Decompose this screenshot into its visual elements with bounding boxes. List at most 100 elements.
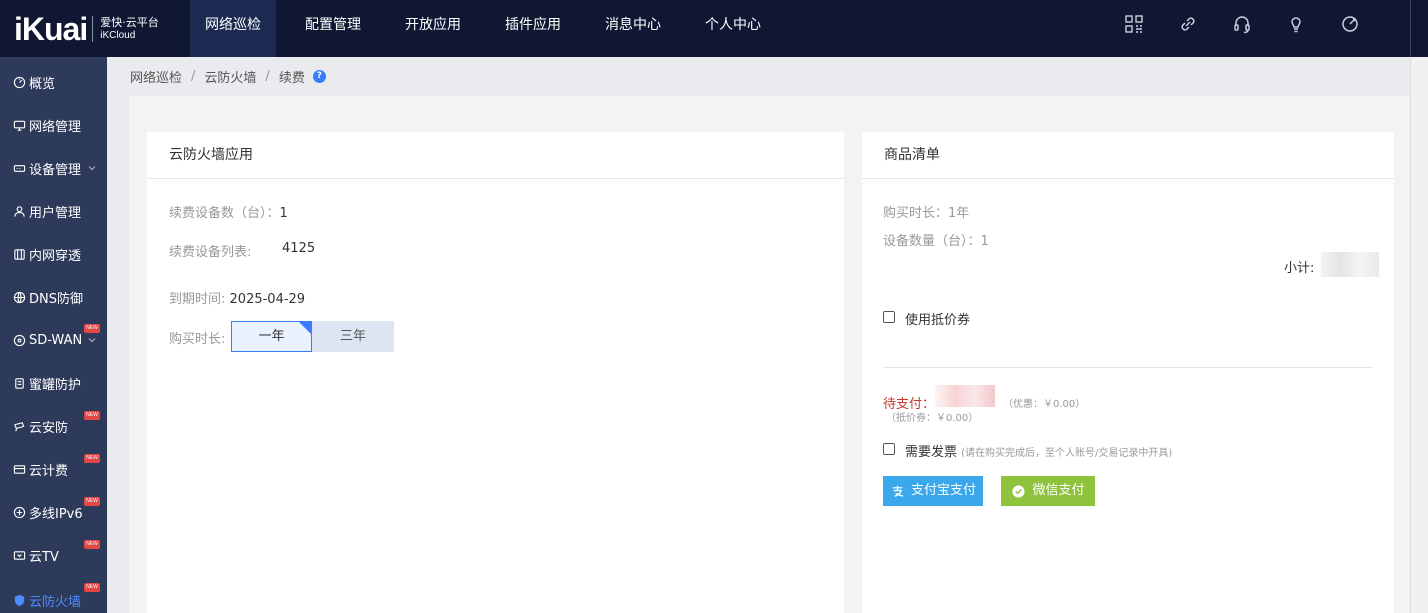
sidebar-item-devices[interactable]: 设备管理 xyxy=(0,147,107,190)
device-list-label: 续费设备列表: xyxy=(169,245,252,260)
duration-label-text: 购买时长: xyxy=(169,332,226,347)
new-badge: NEW xyxy=(84,324,100,333)
invoice-hint: (请在购买完成后，至个人账号/交易记录中开具) xyxy=(961,448,1173,459)
top-nav: 网络巡检 配置管理 开放应用 插件应用 消息中心 个人中心 xyxy=(190,0,776,57)
pending-amount-redacted xyxy=(935,385,995,407)
duration-one-year[interactable]: 一年 ✓ xyxy=(231,321,312,352)
alipay-icon xyxy=(892,485,904,497)
nav-message-center[interactable]: 消息中心 xyxy=(590,0,676,57)
honeypot-icon xyxy=(12,377,26,391)
sidebar-item-honeypot[interactable]: 蜜罐防护 xyxy=(0,362,107,405)
voucher-label[interactable]: 使用抵价券 xyxy=(905,309,970,328)
nav-plugin-apps[interactable]: 插件应用 xyxy=(490,0,576,57)
device-list-value: 4125 xyxy=(282,241,316,256)
wechat-pay-button[interactable]: 微信支付 xyxy=(1001,476,1095,506)
card-title: 云防火墙应用 xyxy=(147,132,844,179)
page-scrollbar[interactable] xyxy=(1410,57,1428,613)
sidebar-item-label: 概览 xyxy=(29,77,56,92)
sidebar-item-label: 设备管理 xyxy=(29,163,82,178)
duration-three-years[interactable]: 三年 xyxy=(312,321,394,352)
duration-label: 购买时长: xyxy=(169,328,225,347)
nav-config-management[interactable]: 配置管理 xyxy=(290,0,376,57)
top-icons xyxy=(1122,12,1392,36)
shield-icon xyxy=(12,594,26,608)
new-badge: NEW xyxy=(84,540,100,549)
sidebar-item-tunnel[interactable]: 内网穿透 xyxy=(0,233,107,276)
dashboard-icon xyxy=(12,76,26,90)
headset-icon[interactable] xyxy=(1230,12,1254,36)
breadcrumb: 网络巡检 / 云防火墙 / 续费 ? xyxy=(130,67,326,86)
sidebar-item-users[interactable]: 用户管理 xyxy=(0,190,107,233)
duration-option-label: 三年 xyxy=(339,329,366,344)
subtotal-value-redacted xyxy=(1321,252,1379,277)
logo-line1: 爱快·云平台 xyxy=(100,16,159,29)
top-bar: iKuai 爱快·云平台 iKCloud 网络巡检 配置管理 开放应用 插件应用… xyxy=(0,0,1428,57)
breadcrumb-item-firewall[interactable]: 云防火墙 xyxy=(204,67,256,86)
sidebar-item-label: 云TV xyxy=(29,550,59,565)
nav-network-inspection[interactable]: 网络巡检 xyxy=(190,0,276,57)
discount-text: （优惠：￥0.00） xyxy=(1003,399,1086,410)
nav-personal-center[interactable]: 个人中心 xyxy=(690,0,776,57)
sidebar-item-label: 内网穿透 xyxy=(29,249,82,264)
alipay-label: 支付宝支付 xyxy=(910,483,976,498)
breadcrumb-separator: / xyxy=(191,69,196,84)
ipv6-icon xyxy=(12,506,26,520)
new-badge: NEW xyxy=(84,411,100,420)
wechat-icon xyxy=(1012,484,1026,498)
sidebar-item-dns[interactable]: DNS防御 xyxy=(0,276,107,319)
sidebar-item-label: 多线IPv6 xyxy=(29,507,83,522)
buy-duration-text: 购买时长：1年 xyxy=(883,206,970,221)
expire-value: 2025-04-29 xyxy=(229,292,306,307)
logo[interactable]: iKuai 爱快·云平台 iKCloud xyxy=(14,9,159,49)
breadcrumb-item-inspection[interactable]: 网络巡检 xyxy=(130,67,182,86)
renew-count-row: 续费设备数（台）：1 xyxy=(169,202,288,221)
monitor-icon xyxy=(12,119,26,133)
nav-open-apps[interactable]: 开放应用 xyxy=(390,0,476,57)
link-icon[interactable] xyxy=(1176,12,1200,36)
top-scrollbar[interactable] xyxy=(1410,0,1428,57)
device-count: 设备数量（台）：1 xyxy=(883,230,989,249)
invoice-row: 需要发票 (请在购买完成后，至个人账号/交易记录中开具) xyxy=(905,441,1172,460)
duration-selector: 一年 ✓ 三年 xyxy=(231,321,394,352)
new-badge: NEW xyxy=(84,454,100,463)
alipay-button[interactable]: 支付宝支付 xyxy=(883,476,983,506)
help-icon[interactable]: ? xyxy=(312,70,326,83)
sidebar-item-network[interactable]: 网络管理 xyxy=(0,104,107,147)
bulb-icon[interactable] xyxy=(1284,12,1308,36)
expire-label: 到期时间: xyxy=(169,292,226,307)
device-count-text: 设备数量（台）：1 xyxy=(883,234,989,249)
invoice-label[interactable]: 需要发票 xyxy=(905,445,957,460)
breadcrumb-item-renew: 续费 xyxy=(278,71,305,86)
check-icon: ✓ xyxy=(303,330,310,339)
sidebar-item-label: 网络管理 xyxy=(29,120,82,135)
grid-icon[interactable] xyxy=(1122,12,1146,36)
sidebar-item-label: SD-WAN xyxy=(29,333,83,348)
divider xyxy=(883,367,1373,368)
sidebar-item-overview[interactable]: 概览 xyxy=(0,61,107,104)
logo-line2: iKCloud xyxy=(100,30,136,41)
camera-icon xyxy=(12,420,26,434)
rocket-icon[interactable] xyxy=(1338,12,1362,36)
voucher-amount-text: （抵价券：￥0.00） xyxy=(886,413,979,424)
voucher-checkbox[interactable] xyxy=(883,311,895,323)
sidebar-item-label: 云防火墙 xyxy=(29,595,82,610)
sidebar: 概览 网络管理 设备管理 用户管理 内网穿透 DNS防御 SD-WAN NEW … xyxy=(0,57,107,613)
billing-icon xyxy=(12,463,26,477)
sidebar-item-label: 蜜罐防护 xyxy=(29,378,82,393)
renew-count-value: 1 xyxy=(279,206,288,221)
user-icon xyxy=(12,205,26,219)
subtotal-label: 小计: xyxy=(1284,261,1315,276)
logo-text: 爱快·云平台 iKCloud xyxy=(100,16,159,42)
wechat-pay-label: 微信支付 xyxy=(1032,483,1085,498)
renew-count-label: 续费设备数（台）： xyxy=(169,206,280,221)
expire-row: 到期时间: 2025-04-29 xyxy=(169,288,305,307)
tv-icon xyxy=(12,549,26,563)
invoice-checkbox[interactable] xyxy=(883,443,895,455)
sidebar-item-label: 云计费 xyxy=(29,464,69,479)
breadcrumb-separator: / xyxy=(265,69,270,84)
tunnel-icon xyxy=(12,248,26,262)
sidebar-item-label: DNS防御 xyxy=(29,292,83,307)
new-badge: NEW xyxy=(84,497,100,506)
chevron-down-icon xyxy=(88,338,96,343)
breadcrumb-bar: 网络巡检 / 云防火墙 / 续费 ? xyxy=(107,57,1428,96)
